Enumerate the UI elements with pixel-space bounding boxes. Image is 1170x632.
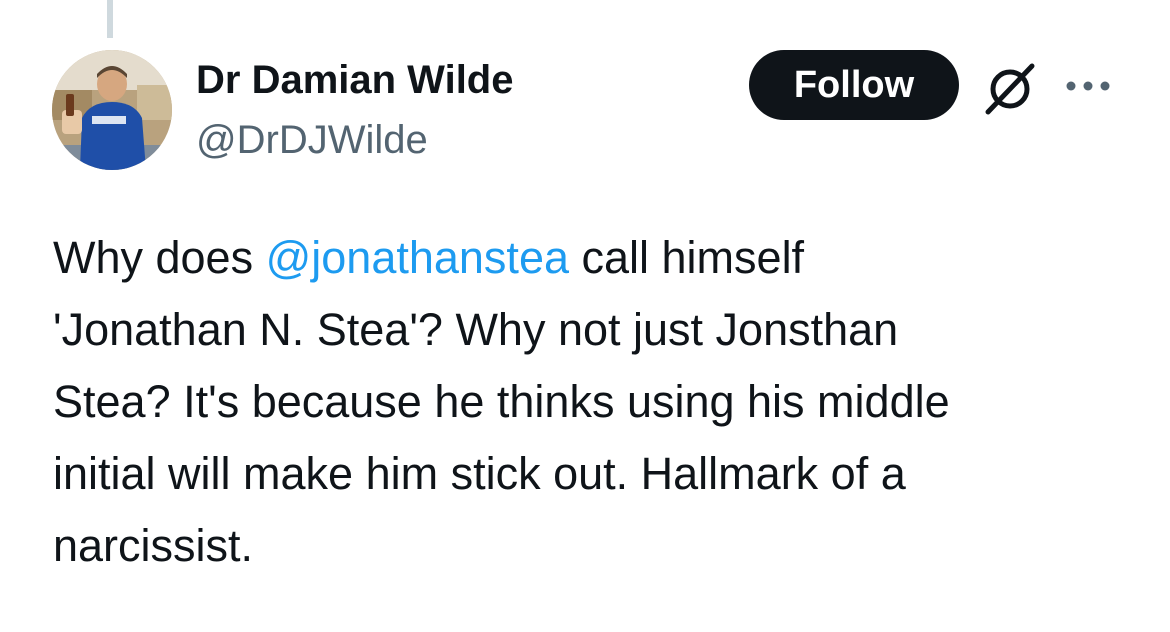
author-display-name[interactable]: Dr Damian Wilde — [196, 56, 513, 104]
tweet-line-2: 'Jonathan N. Stea'? Why not just Jonstha… — [53, 304, 899, 355]
tweet-line-5: narcissist. — [53, 520, 254, 571]
tweet-line-3: Stea? It's because he thinks using his m… — [53, 376, 950, 427]
follow-button[interactable]: Follow — [749, 50, 959, 120]
tweet-line-1: Why does @jonathanstea call himself — [53, 222, 1133, 294]
avatar[interactable] — [52, 50, 172, 170]
thread-connector-line — [107, 0, 113, 38]
tweet-text-segment: call himself — [569, 232, 805, 283]
more-dots-icon[interactable] — [1064, 78, 1112, 94]
tweet-text: Why does @jonathanstea call himself 'Jon… — [53, 222, 1133, 582]
grok-icon[interactable] — [982, 60, 1038, 116]
tweet-text-segment: Why does — [53, 232, 266, 283]
tweet-line-4: initial will make him stick out. Hallmar… — [53, 448, 906, 499]
author-handle[interactable]: @DrDJWilde — [196, 116, 428, 164]
mention-link[interactable]: @jonathanstea — [266, 232, 569, 283]
profile-photo-icon — [52, 50, 172, 170]
